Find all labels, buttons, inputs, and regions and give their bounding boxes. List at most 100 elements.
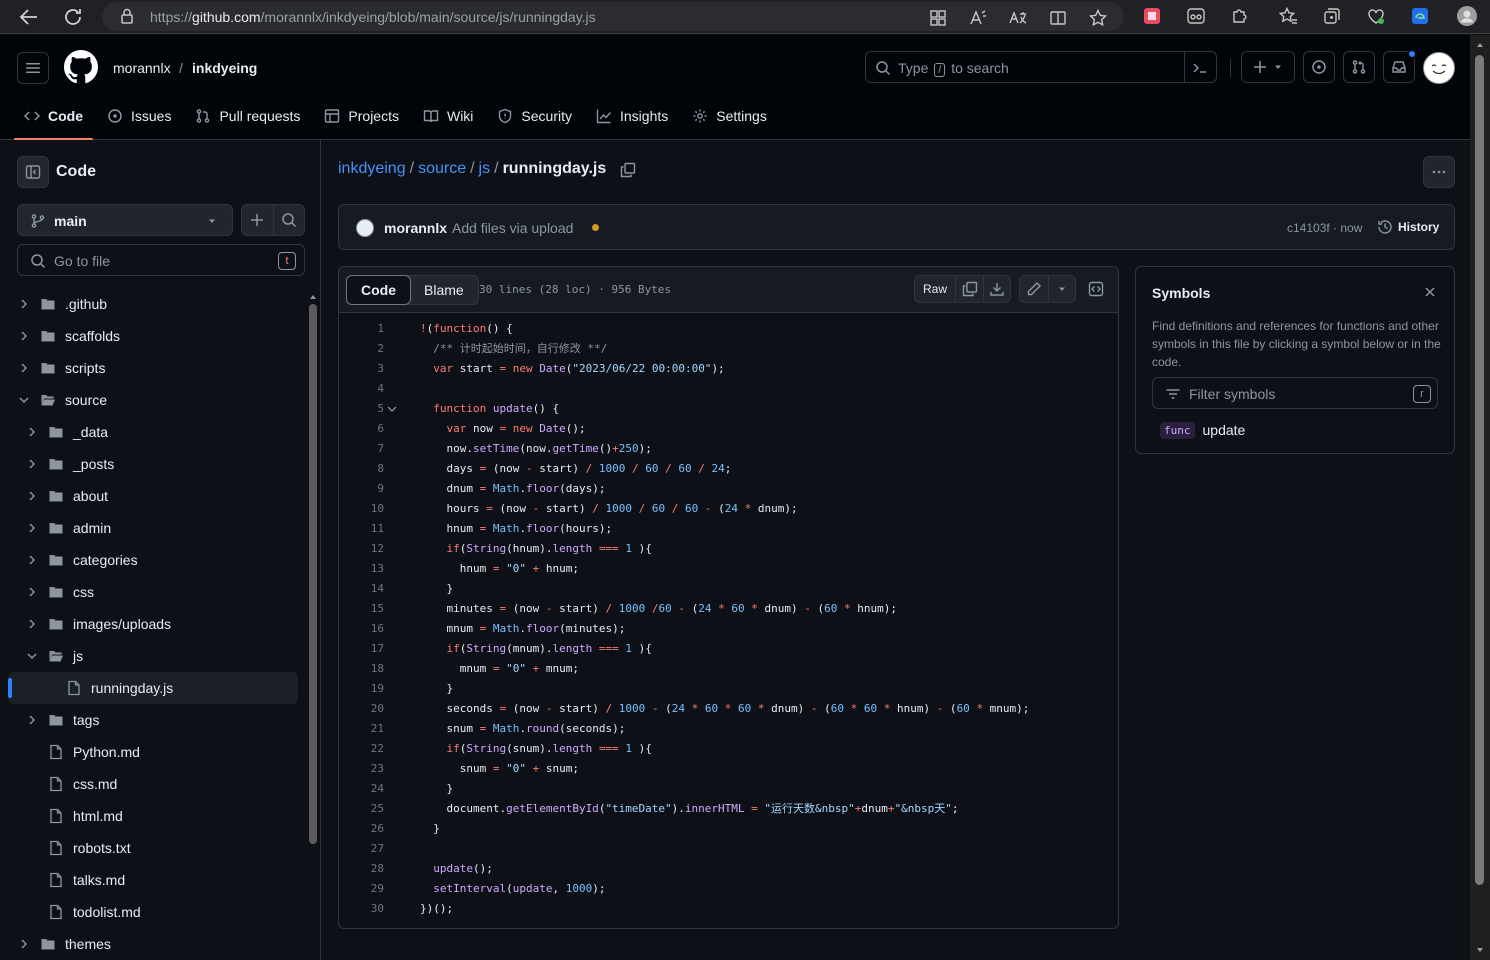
edge-icon[interactable] xyxy=(1410,6,1430,26)
chevron-right-icon[interactable] xyxy=(16,360,32,376)
tree-folder-github[interactable]: .github xyxy=(8,288,298,320)
favorite-star-icon[interactable] xyxy=(1088,8,1108,28)
tab-security[interactable]: Security xyxy=(487,98,582,134)
tree-folder-admin[interactable]: admin xyxy=(8,512,298,544)
commit-message[interactable]: Add files via upload xyxy=(452,220,573,236)
code-line[interactable]: 24 } xyxy=(339,779,1118,799)
line-number[interactable]: 25 xyxy=(339,799,384,819)
tree-folder-scripts[interactable]: scripts xyxy=(8,352,298,384)
code-line[interactable]: 16 mnum = Math.floor(minutes); xyxy=(339,619,1118,639)
code-line[interactable]: 8 days = (now - start) / 1000 / 60 / 60 … xyxy=(339,459,1118,479)
create-new-button[interactable] xyxy=(1241,51,1295,83)
filter-symbols-input[interactable]: Filter symbols r xyxy=(1152,377,1438,409)
chevron-right-icon[interactable] xyxy=(24,456,40,472)
tree-folder-tags[interactable]: tags xyxy=(8,704,298,736)
pull-requests-button[interactable] xyxy=(1343,51,1375,83)
user-avatar[interactable] xyxy=(1423,52,1455,84)
sidebar-scrollbar[interactable] xyxy=(307,290,319,960)
chevron-right-icon[interactable] xyxy=(16,296,32,312)
code-view-tab[interactable]: Code xyxy=(346,275,411,305)
code-line[interactable]: 20 seconds = (now - start) / 1000 - (24 … xyxy=(339,699,1118,719)
translate-icon[interactable] xyxy=(1008,8,1028,28)
tree-file-html-md[interactable]: html.md xyxy=(8,800,298,832)
tab-pull-requests[interactable]: Pull requests xyxy=(185,98,310,134)
tree-file-talks-md[interactable]: talks.md xyxy=(8,864,298,896)
code-line[interactable]: 2 /** 计时起始时间，自行修改 **/ xyxy=(339,339,1118,359)
collections-icon[interactable] xyxy=(1322,6,1342,26)
page-scrollbar[interactable] xyxy=(1470,35,1490,960)
line-number[interactable]: 18 xyxy=(339,659,384,679)
tree-file-python-md[interactable]: Python.md xyxy=(8,736,298,768)
code-line[interactable]: 17 if(String(mnum).length === 1 ){ xyxy=(339,639,1118,659)
code-line[interactable]: 21 snum = Math.round(seconds); xyxy=(339,719,1118,739)
performance-icon[interactable] xyxy=(1366,6,1386,26)
code-line[interactable]: 13 hnum = "0" + hnum; xyxy=(339,559,1118,579)
add-file-button[interactable] xyxy=(242,205,274,235)
go-to-file-input[interactable]: Go to file t xyxy=(17,244,305,276)
line-number[interactable]: 3 xyxy=(339,359,384,379)
tree-file-todolist-md[interactable]: todolist.md xyxy=(8,896,298,928)
code-line[interactable]: 11 hnum = Math.floor(hours); xyxy=(339,519,1118,539)
tree-folder-categories[interactable]: categories xyxy=(8,544,298,576)
line-number[interactable]: 26 xyxy=(339,819,384,839)
code-line[interactable]: 26 } xyxy=(339,819,1118,839)
chevron-right-icon[interactable] xyxy=(24,616,40,632)
code-line[interactable]: 29 setInterval(update, 1000); xyxy=(339,879,1118,899)
tree-folder-source[interactable]: source xyxy=(8,384,298,416)
line-number[interactable]: 24 xyxy=(339,779,384,799)
chevron-right-icon[interactable] xyxy=(24,712,40,728)
chevron-down-icon[interactable] xyxy=(16,392,32,408)
branch-selector[interactable]: main xyxy=(17,204,233,236)
edit-button[interactable] xyxy=(1019,275,1049,303)
tree-file-robots-txt[interactable]: robots.txt xyxy=(8,832,298,864)
read-aloud-icon[interactable] xyxy=(968,8,988,28)
tree-folder-themes[interactable]: themes xyxy=(8,928,298,960)
commit-status-dot[interactable] xyxy=(592,224,599,231)
line-number[interactable]: 21 xyxy=(339,719,384,739)
tab-wiki[interactable]: Wiki xyxy=(413,98,483,134)
line-number[interactable]: 19 xyxy=(339,679,384,699)
line-number[interactable]: 1 xyxy=(339,319,384,339)
search-input[interactable]: Type / to search xyxy=(865,51,1217,83)
code-line[interactable]: 12 if(String(hnum).length === 1 ){ xyxy=(339,539,1118,559)
extension-red-icon[interactable] xyxy=(1142,6,1162,26)
repo-link[interactable]: inkdyeing xyxy=(192,60,257,76)
favorites-icon[interactable] xyxy=(1278,6,1298,26)
copy-raw-button[interactable] xyxy=(955,275,984,303)
line-number[interactable]: 14 xyxy=(339,579,384,599)
line-number[interactable]: 28 xyxy=(339,859,384,879)
code-line[interactable]: 14 } xyxy=(339,579,1118,599)
line-number[interactable]: 29 xyxy=(339,879,384,899)
line-number[interactable]: 20 xyxy=(339,699,384,719)
tab-settings[interactable]: Settings xyxy=(682,98,777,134)
chevron-right-icon[interactable] xyxy=(24,552,40,568)
code-line[interactable]: 22 if(String(snum).length === 1 ){ xyxy=(339,739,1118,759)
code-line[interactable]: 28 update(); xyxy=(339,859,1118,879)
more-options-button[interactable] xyxy=(1423,156,1455,188)
line-number[interactable]: 9 xyxy=(339,479,384,499)
line-number[interactable]: 10 xyxy=(339,499,384,519)
chevron-right-icon[interactable] xyxy=(24,520,40,536)
tree-folder-posts[interactable]: _posts xyxy=(8,448,298,480)
breadcrumb-repo-link[interactable]: inkdyeing xyxy=(338,160,406,177)
chevron-right-icon[interactable] xyxy=(24,584,40,600)
raw-button[interactable]: Raw xyxy=(914,275,956,303)
line-number[interactable]: 22 xyxy=(339,739,384,759)
line-number[interactable]: 6 xyxy=(339,419,384,439)
code-line[interactable]: 5 function update() { xyxy=(339,399,1118,419)
line-number[interactable]: 17 xyxy=(339,639,384,659)
commit-sha-time[interactable]: c14103f · now xyxy=(1287,221,1362,235)
line-number[interactable]: 30 xyxy=(339,899,384,919)
tree-folder-images-uploads[interactable]: images/uploads xyxy=(8,608,298,640)
issues-button[interactable] xyxy=(1303,51,1335,83)
code-line[interactable]: 1 !(function() { xyxy=(339,319,1118,339)
chevron-right-icon[interactable] xyxy=(16,936,32,952)
back-icon[interactable] xyxy=(17,5,41,29)
edit-options-button[interactable] xyxy=(1048,275,1076,303)
tab-insights[interactable]: Insights xyxy=(586,98,678,134)
line-number[interactable]: 2 xyxy=(339,339,384,359)
code-line[interactable]: 30})(); xyxy=(339,899,1118,919)
tab-code[interactable]: Code xyxy=(14,98,93,140)
search-files-button[interactable] xyxy=(274,205,305,235)
tree-file-runningday-js[interactable]: runningday.js xyxy=(8,672,298,704)
